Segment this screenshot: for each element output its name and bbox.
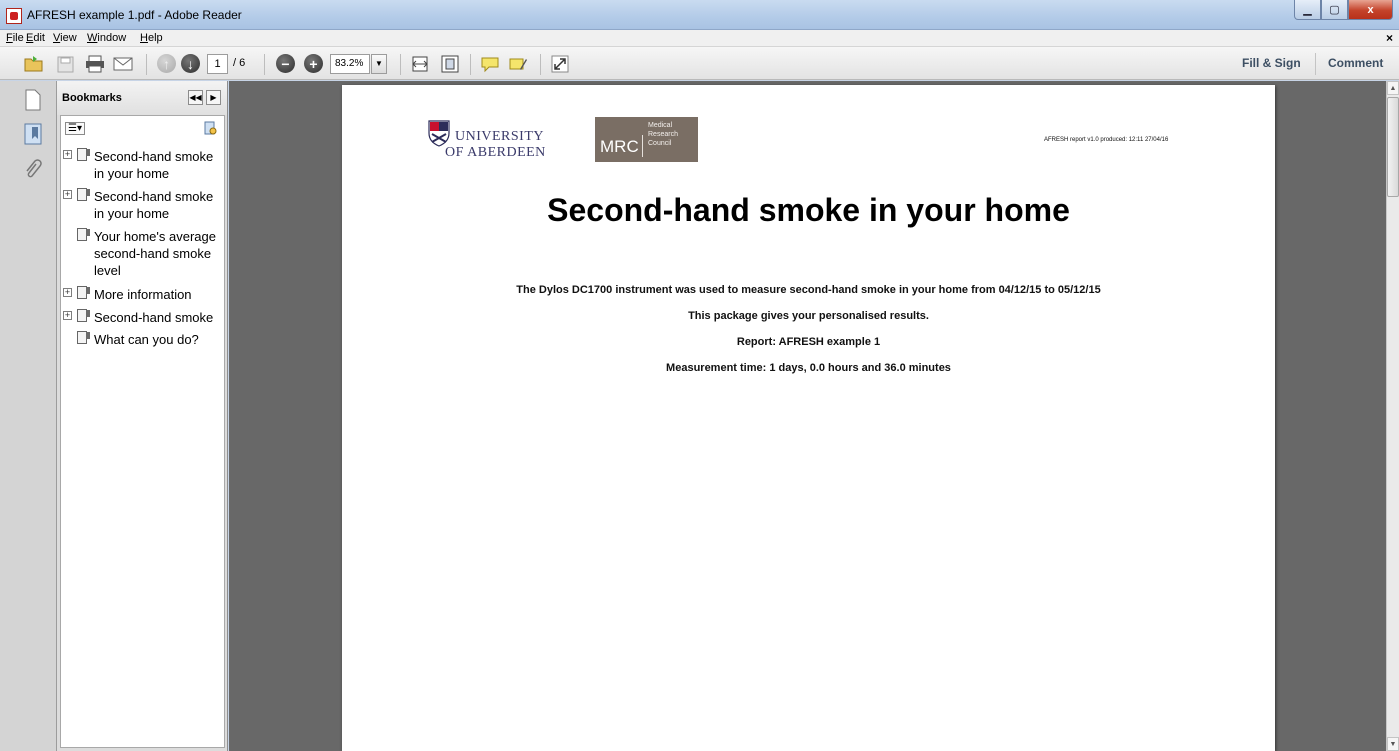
expand-panel-icon[interactable]: ▶ — [206, 90, 221, 105]
university-name-line-1: UNIVERSITY — [455, 129, 544, 144]
report-name: Report: AFRESH example 1 — [736, 336, 881, 348]
window-controls: ▁ ▢ x — [1294, 0, 1393, 20]
collapse-panel-icon[interactable]: ◀◀ — [188, 90, 203, 105]
menu-edit[interactable]: Edit — [26, 32, 45, 44]
bookmarks-title: Bookmarks — [62, 92, 122, 104]
bookmarks-panel-icon[interactable] — [24, 123, 44, 147]
bookmark-label[interactable]: More information — [94, 286, 224, 303]
page-thumbnails-icon[interactable] — [24, 89, 44, 113]
bookmark-item[interactable]: + Second-hand smoke — [63, 309, 223, 327]
university-name-line-2: OF ABERDEEN — [445, 145, 546, 160]
bookmark-icon — [77, 228, 90, 241]
mrc-logo: MRC Medical Research Council — [595, 117, 698, 162]
document-heading: Second-hand smoke in your home — [547, 192, 1070, 228]
measurement-description: The Dylos DC1700 instrument was used to … — [516, 284, 1101, 296]
bookmark-item[interactable]: + Second-hand smoke in your home — [63, 188, 223, 224]
close-button[interactable]: x — [1348, 0, 1393, 20]
pdf-page[interactable]: UNIVERSITY OF ABERDEEN MRC Medical Resea… — [342, 85, 1275, 751]
bookmark-icon — [77, 331, 90, 344]
mrc-logo-sub-2: Research — [648, 131, 678, 138]
print-icon[interactable] — [85, 54, 105, 74]
fill-and-sign-button[interactable]: Fill & Sign — [1242, 56, 1301, 70]
bookmark-options-icon[interactable]: ☰▾ — [65, 122, 85, 135]
toolbar-separator — [470, 54, 471, 75]
document-viewport[interactable]: UNIVERSITY OF ABERDEEN MRC Medical Resea… — [229, 81, 1386, 751]
bookmarks-header: Bookmarks ◀◀ ▶ — [57, 81, 227, 115]
menu-window[interactable]: Window — [87, 32, 126, 44]
bookmark-label[interactable]: Second-hand smoke in your home — [94, 188, 224, 222]
bookmarks-panel: Bookmarks ◀◀ ▶ ☰▾ + Second-hand smoke in… — [57, 81, 228, 751]
expand-bookmark-icon[interactable]: + — [63, 311, 72, 320]
save-icon[interactable] — [55, 54, 75, 74]
find-bookmark-icon[interactable] — [203, 121, 219, 137]
aberdeen-crest-icon — [428, 120, 450, 147]
toolbar-separator — [400, 54, 401, 75]
page-total-label: / 6 — [233, 57, 246, 69]
comment-button[interactable]: Comment — [1328, 56, 1383, 70]
sticky-note-comment-icon[interactable] — [480, 54, 500, 74]
minimize-button[interactable]: ▁ — [1294, 0, 1321, 20]
scroll-down-icon[interactable]: ▼ — [1387, 737, 1399, 751]
highlight-text-icon[interactable] — [508, 54, 528, 74]
zoom-dropdown-icon[interactable]: ▼ — [371, 54, 387, 74]
measurement-time: Measurement time: 1 days, 0.0 hours and … — [666, 362, 951, 374]
zoom-in-icon[interactable]: + — [304, 54, 323, 73]
expand-bookmark-icon[interactable]: + — [63, 190, 72, 199]
toolbar-separator — [540, 54, 541, 75]
expand-bookmark-icon[interactable]: + — [63, 288, 72, 297]
page-number-input[interactable]: 1 — [207, 54, 228, 74]
report-produced-stamp: AFRESH report v1.0 produced: 12:11 27/04… — [1044, 137, 1169, 143]
bookmark-item[interactable]: + More information — [63, 286, 223, 304]
mrc-logo-sub-3: Council — [648, 140, 672, 147]
previous-page-icon[interactable]: ↑ — [157, 54, 176, 73]
mrc-logo-sub-1: Medical — [648, 122, 673, 129]
fit-width-icon[interactable] — [410, 54, 430, 74]
window-title: AFRESH example 1.pdf - Adobe Reader — [27, 8, 242, 22]
close-document-icon[interactable]: × — [1386, 31, 1393, 45]
toolbar-separator — [146, 54, 147, 75]
adobe-reader-icon — [6, 8, 22, 24]
fit-page-icon[interactable] — [440, 54, 460, 74]
bookmark-label[interactable]: Your home's average second-hand smoke le… — [94, 228, 224, 279]
zoom-out-icon[interactable]: − — [276, 54, 295, 73]
next-page-icon[interactable]: ↓ — [181, 54, 200, 73]
toolbar-separator — [1315, 53, 1316, 75]
bookmark-icon — [77, 188, 90, 201]
navigation-pane-strip — [0, 81, 57, 751]
bookmark-item[interactable]: Your home's average second-hand smoke le… — [63, 228, 223, 282]
scrollbar-thumb[interactable] — [1387, 97, 1399, 197]
university-of-aberdeen-logo: UNIVERSITY OF ABERDEEN — [428, 115, 558, 165]
bookmarks-list: ☰▾ + Second-hand smoke in your home + Se… — [60, 115, 225, 748]
package-description: This package gives your personalised res… — [688, 310, 929, 322]
attachments-paperclip-icon[interactable] — [24, 159, 44, 183]
maximize-button[interactable]: ▢ — [1321, 0, 1348, 20]
vertical-scrollbar[interactable]: ▲ ▼ — [1386, 81, 1399, 751]
mrc-logo-text: MRC — [600, 137, 639, 156]
toolbar: ↑ ↓ 1 / 6 − + 83.2% ▼ Fill & Sign Commen… — [0, 47, 1399, 80]
menu-help[interactable]: Help — [140, 32, 163, 44]
menu-bar: File Edit View Window Help × — [0, 30, 1399, 47]
zoom-level-input[interactable]: 83.2% — [330, 54, 370, 74]
scroll-up-icon[interactable]: ▲ — [1387, 81, 1399, 95]
toolbar-separator — [264, 54, 265, 75]
email-icon[interactable] — [113, 54, 133, 74]
bookmark-icon — [77, 309, 90, 322]
menu-view[interactable]: View — [53, 32, 77, 44]
full-screen-icon[interactable] — [550, 54, 570, 74]
bookmark-label[interactable]: Second-hand smoke in your home — [94, 148, 224, 182]
title-bar: AFRESH example 1.pdf - Adobe Reader ▁ ▢ … — [0, 0, 1399, 30]
bookmark-icon — [77, 148, 90, 161]
bookmark-label[interactable]: What can you do? — [94, 331, 224, 348]
expand-bookmark-icon[interactable]: + — [63, 150, 72, 159]
bookmark-item[interactable]: What can you do? — [63, 331, 223, 349]
bookmark-label[interactable]: Second-hand smoke — [94, 309, 224, 326]
open-file-icon[interactable] — [24, 54, 44, 74]
bookmark-icon — [77, 286, 90, 299]
bookmark-item[interactable]: + Second-hand smoke in your home — [63, 148, 223, 184]
menu-file[interactable]: File — [6, 32, 24, 44]
mrc-logo-divider — [642, 135, 643, 157]
